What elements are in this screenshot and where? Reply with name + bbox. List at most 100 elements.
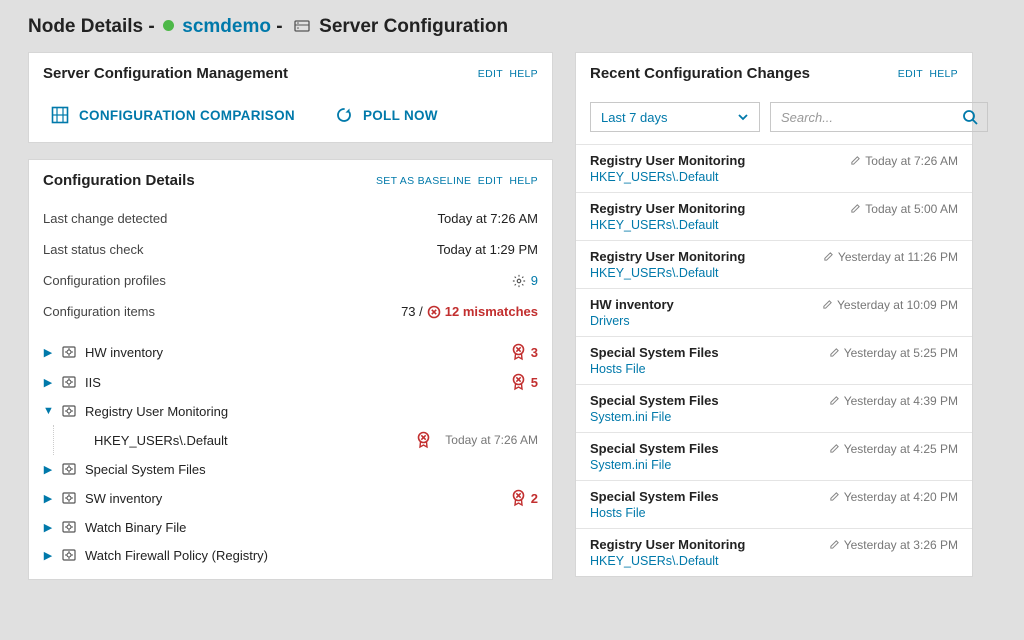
recent-item-name: Special System Files [590,489,719,504]
recent-item-time: Yesterday at 11:26 PM [823,250,958,264]
mismatch-icon [511,489,526,507]
recent-change-item[interactable]: Special System Files Yesterday at 4:20 PM… [576,480,972,528]
config-comparison-button[interactable]: CONFIGURATION COMPARISON [51,106,295,124]
pencil-icon [829,539,840,550]
tree-row[interactable]: ▶HW inventory3 [43,337,538,367]
items-total: 73 / [401,304,423,319]
tree-child-row[interactable]: HKEY_USERs\.Default Today at 7:26 AM [53,425,538,455]
tree-row[interactable]: ▶ SW inventory 2 [43,483,538,513]
recent-item-time: Today at 5:00 AM [850,202,958,216]
mismatch-count: 3 [531,345,538,360]
title-separator: - [276,16,288,37]
recent-change-item[interactable]: Special System FilesYesterday at 4:39 PM… [576,384,972,432]
last-change-value: Today at 7:26 AM [438,211,538,226]
search-box [770,102,988,132]
recent-item-sub-link[interactable]: Drivers [590,314,958,328]
profile-icon [61,461,77,477]
scm-help-link[interactable]: HELP [509,68,538,80]
recent-item-time: Yesterday at 4:20 PM [829,490,958,504]
pencil-icon [850,155,861,166]
recent-item-sub-link[interactable]: Hosts File [590,506,958,520]
mismatch-text: 12 mismatches [445,304,538,319]
profile-icon [61,344,77,360]
recent-item-time: Today at 7:26 AM [850,154,958,168]
chevron-right-icon[interactable]: ▶ [43,549,53,562]
tree-row[interactable]: ▶Special System Files [43,455,538,483]
tree-row[interactable]: ▶ Watch Firewall Policy (Registry) [43,541,538,569]
tree-item-label: SW inventory [85,491,162,506]
mismatch-icon [416,431,431,449]
recent-item-name: HW inventory [590,297,674,312]
recent-item-time: Yesterday at 5:25 PM [829,346,958,360]
poll-now-button[interactable]: POLL NOW [335,106,438,124]
search-icon[interactable] [961,108,979,126]
recent-change-item[interactable]: Registry User Monitoring Today at 5:00 AM… [576,192,972,240]
recent-item-sub-link[interactable]: System.ini File [590,458,958,472]
recent-item-time: Yesterday at 4:25 PM [829,442,958,456]
pencil-icon [829,443,840,454]
recent-item-name: Registry User Monitoring [590,249,745,264]
mismatch-count: 2 [531,491,538,506]
chevron-right-icon[interactable]: ▶ [43,463,53,476]
recent-item-name: Registry User Monitoring [590,153,745,168]
recent-item-name: Registry User Monitoring [590,201,745,216]
title-prefix: Node Details - [28,16,160,37]
recent-item-sub-link[interactable]: HKEY_USERs\.Default [590,554,958,568]
recent-change-item[interactable]: HW inventoryYesterday at 10:09 PMDrivers [576,288,972,336]
mismatch-icon [511,343,526,361]
details-edit-link[interactable]: EDIT [478,175,503,187]
recent-item-sub-link[interactable]: HKEY_USERs\.Default [590,218,958,232]
profile-icon [61,547,77,563]
recent-item-time: Yesterday at 3:26 PM [829,538,958,552]
recent-change-item[interactable]: Registry User Monitoring Today at 7:26 AM… [576,144,972,192]
pencil-icon [829,395,840,406]
chevron-right-icon[interactable]: ▶ [43,521,53,534]
recent-item-sub-link[interactable]: HKEY_USERs\.Default [590,266,958,280]
chevron-right-icon[interactable]: ▶ [43,346,53,359]
recent-edit-link[interactable]: EDIT [898,68,923,80]
recent-item-sub-link[interactable]: Hosts File [590,362,958,376]
items-label: Configuration items [43,304,155,319]
title-config-label: Server Configuration [319,16,508,37]
last-check-value: Today at 1:29 PM [437,242,538,257]
recent-change-item[interactable]: Registry User Monitoring Yesterday at 11:… [576,240,972,288]
last-change-label: Last change detected [43,211,167,226]
profiles-count-link[interactable]: 9 [531,273,538,288]
search-input[interactable] [779,109,961,126]
recent-change-item[interactable]: Registry User MonitoringYesterday at 3:2… [576,528,972,576]
tree-row[interactable]: ▶IIS5 [43,367,538,397]
tree-item-label: Watch Firewall Policy (Registry) [85,548,268,563]
recent-item-name: Special System Files [590,441,719,456]
config-tree: ▶HW inventory3▶IIS5▼Registry User Monito… [29,335,552,579]
set-baseline-link[interactable]: SET AS BASELINE [376,175,471,187]
tree-row[interactable]: ▼ Registry User Monitoring [43,397,538,425]
scm-panel-title: Server Configuration Management [43,65,288,82]
mismatch-badge: 3 [511,343,538,361]
tree-row[interactable]: ▶Watch Binary File [43,513,538,541]
recent-change-item[interactable]: Special System FilesYesterday at 5:25 PM… [576,336,972,384]
tree-item-label: Registry User Monitoring [85,404,228,419]
chevron-right-icon[interactable]: ▶ [43,376,53,389]
node-name-link[interactable]: scmdemo [182,16,271,37]
profile-icon [61,490,77,506]
scm-edit-link[interactable]: EDIT [478,68,503,80]
recent-item-sub-link[interactable]: System.ini File [590,410,958,424]
details-help-link[interactable]: HELP [509,175,538,187]
recent-changes-panel: Recent Configuration Changes EDIT HELP L… [575,52,973,577]
tree-child-time: Today at 7:26 AM [445,433,538,447]
recent-help-link[interactable]: HELP [929,68,958,80]
chevron-right-icon[interactable]: ▶ [43,492,53,505]
recent-item-sub-link[interactable]: HKEY_USERs\.Default [590,170,958,184]
recent-changes-title: Recent Configuration Changes [590,65,810,82]
scm-panel: Server Configuration Management EDIT HEL… [28,52,553,143]
config-details-title: Configuration Details [43,172,195,189]
range-select[interactable]: Last 7 days [590,102,760,132]
profiles-label: Configuration profiles [43,273,166,288]
refresh-icon [335,106,353,124]
chevron-down-icon[interactable]: ▼ [43,405,53,417]
tree-item-label: IIS [85,375,101,390]
mismatch-badge: 2 [511,489,538,507]
recent-change-item[interactable]: Special System Files Yesterday at 4:25 PM… [576,432,972,480]
mismatch-icon [511,373,526,391]
tree-child-label: HKEY_USERs\.Default [94,433,228,448]
